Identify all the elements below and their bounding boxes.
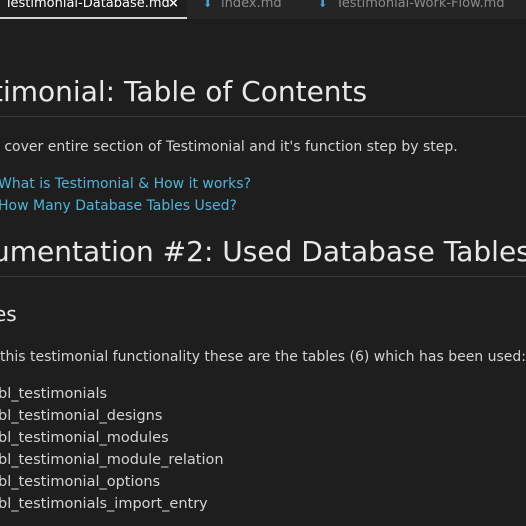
toc-heading: timonial: Table of Contents <box>0 75 368 108</box>
heading-divider <box>0 116 526 117</box>
list-item: bl_testimonials_import_entry <box>0 496 208 512</box>
tab-testimonial-database[interactable]: w Testimonial-Database.md × <box>0 0 187 19</box>
tab-label: Testimonial-Work-Flow.md <box>336 0 505 11</box>
tab-label: w Testimonial-Database.md <box>0 0 170 11</box>
list-item: bl_testimonial_module_relation <box>0 452 224 468</box>
tab-testimonial-work-flow[interactable]: ⬇ Testimonial-Work-Flow.md <box>318 0 526 18</box>
tables-intro-paragraph: this testimonial functionality these are… <box>0 349 526 365</box>
close-icon[interactable]: × <box>168 0 179 10</box>
toc-link-what-is-testimonial[interactable]: What is Testimonial & How it works? <box>0 175 251 193</box>
list-item: bl_testimonials <box>0 386 108 402</box>
editor-window: w Testimonial-Database.md × ⬇ index.md ⬇ T… <box>0 0 526 526</box>
download-arrow-icon: ⬇ <box>318 0 328 10</box>
markdown-preview: timonial: Table of Contents l cover enti… <box>0 19 526 526</box>
intro-paragraph: l cover entire section of Testimonial an… <box>0 139 458 155</box>
list-item: bl_testimonial_designs <box>0 408 163 424</box>
tab-label: index.md <box>221 0 282 11</box>
documentation-heading: umentation #2: Used Database Tables <box>0 235 526 268</box>
list-item: bl_testimonial_modules <box>0 430 169 446</box>
tab-index[interactable]: ⬇ index.md <box>203 0 303 18</box>
heading-divider <box>0 276 526 277</box>
download-arrow-icon: ⬇ <box>203 0 213 10</box>
list-item: bl_testimonial_options <box>0 474 161 490</box>
tab-bar: w Testimonial-Database.md × ⬇ index.md ⬇ T… <box>0 0 526 19</box>
toc-link-database-tables[interactable]: How Many Database Tables Used? <box>0 197 237 215</box>
section-heading: es <box>0 302 17 326</box>
